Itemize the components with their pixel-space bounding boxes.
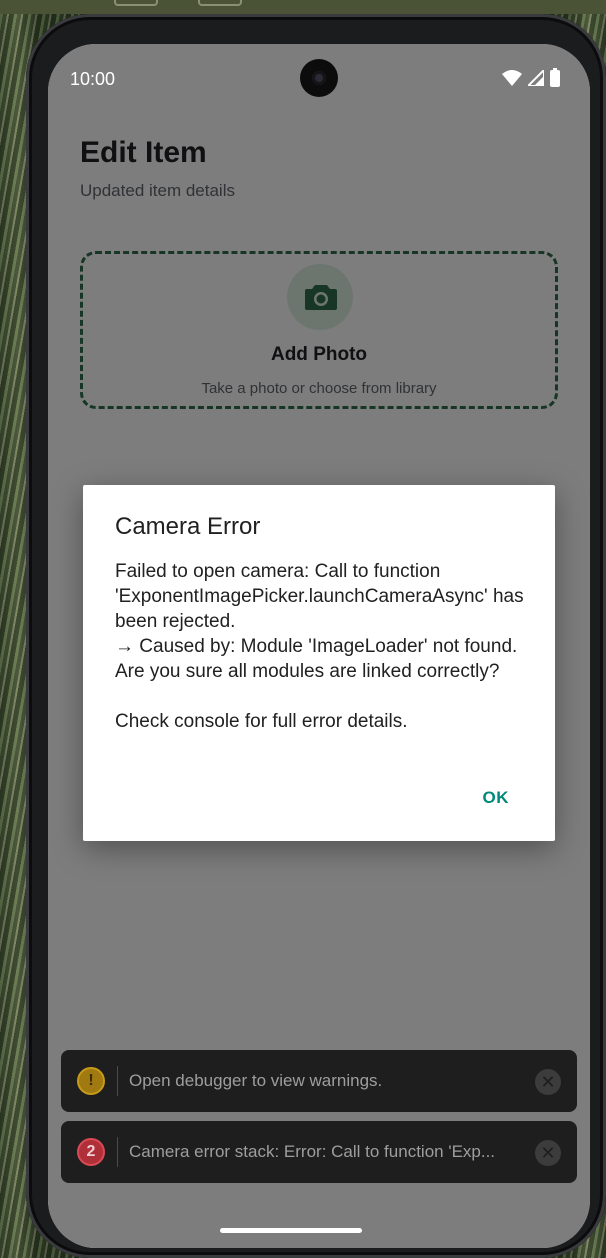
close-icon[interactable]: ✕ — [535, 1069, 561, 1095]
ok-button[interactable]: OK — [483, 788, 510, 808]
dialog-title: Camera Error — [115, 513, 261, 540]
status-time: 10:00 — [70, 69, 116, 89]
toast-divider — [117, 1066, 118, 1096]
signal-icon — [528, 70, 544, 86]
status-icons — [502, 66, 560, 90]
host-toolbar — [0, 0, 606, 14]
warning-toast[interactable]: ! Open debugger to view warnings. ✕ — [61, 1050, 577, 1112]
dialog-message: Failed to open camera: Call to function … — [115, 561, 524, 732]
front-camera — [300, 59, 338, 97]
host-toolbar-icon — [114, 0, 158, 6]
wifi-icon — [502, 70, 522, 86]
error-toast[interactable]: 2 Camera error stack: Error: Call to fun… — [61, 1121, 577, 1183]
warning-toast-text: Open debugger to view warnings. — [129, 1071, 383, 1090]
error-count-badge: 2 — [77, 1138, 105, 1166]
host-toolbar-icon — [198, 0, 242, 6]
device-screen: Edit Item Updated item details Add Photo… — [48, 44, 590, 1248]
status-bar: 10:00 — [48, 44, 590, 112]
toast-divider — [117, 1137, 118, 1167]
error-toast-text: Camera error stack: Error: Call to funct… — [129, 1142, 496, 1161]
battery-icon — [550, 67, 560, 87]
warning-icon: ! — [77, 1067, 105, 1095]
close-icon[interactable]: ✕ — [535, 1140, 561, 1166]
camera-error-dialog: Camera Error Failed to open camera: Call… — [83, 485, 555, 841]
home-gesture-bar[interactable] — [220, 1228, 362, 1233]
